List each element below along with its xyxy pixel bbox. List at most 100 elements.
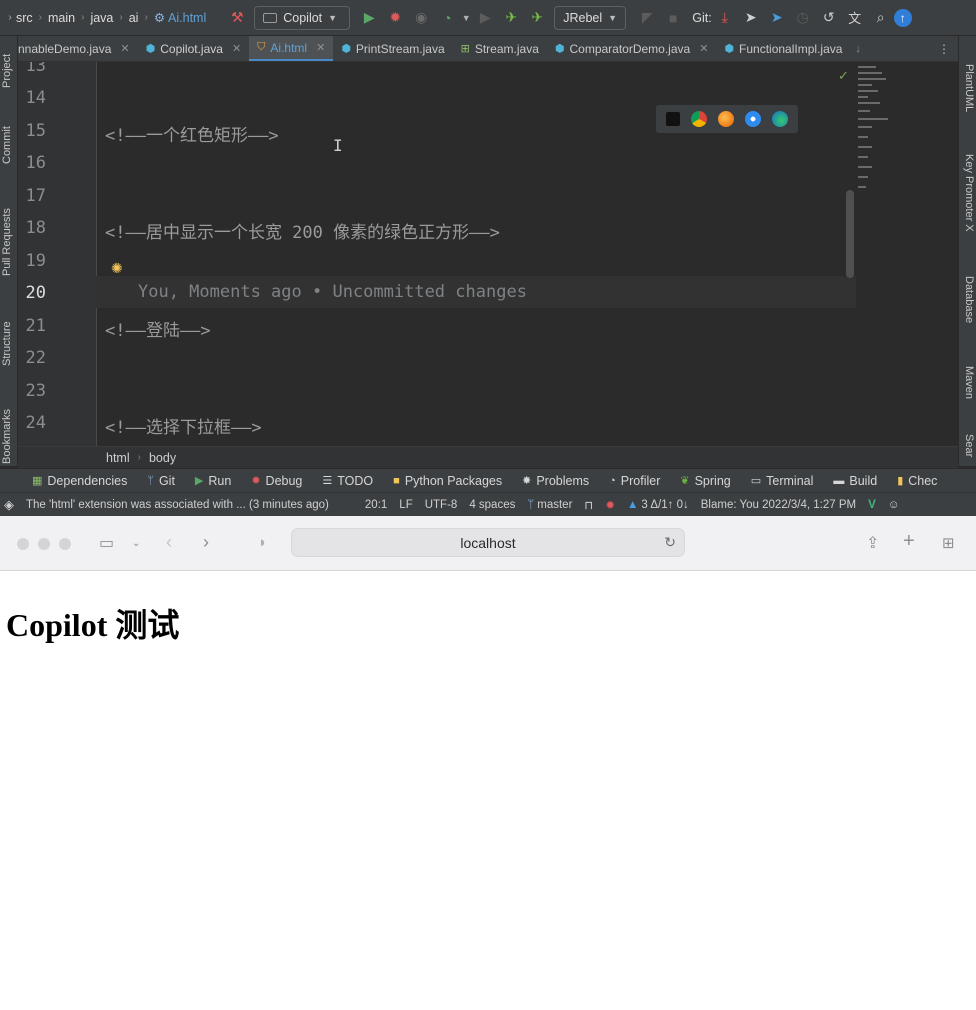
crumb-body[interactable]: body [149, 451, 176, 465]
breadcrumb-src[interactable]: src [16, 11, 33, 25]
jrebel-select[interactable]: JRebel ▼ [554, 5, 627, 30]
breadcrumb-main[interactable]: main [48, 11, 75, 25]
tool-checkstyle[interactable]: ▮ Chec [897, 474, 937, 488]
new-tab-icon[interactable]: + [903, 530, 915, 553]
tab-runnable-demo[interactable]: nnableDemo.java ✕ [18, 36, 138, 61]
tool-git[interactable]: ᛘ Git [147, 474, 175, 488]
window-close-button[interactable] [17, 538, 29, 550]
share-icon[interactable]: ⇪ [866, 533, 879, 553]
tab-comparator-demo[interactable]: ⬢ ComparatorDemo.java ✕ [547, 36, 717, 61]
git-update-icon[interactable]: ⤓ [712, 5, 738, 31]
tool-dependencies[interactable]: ▦ Dependencies [32, 474, 127, 488]
tool-commit[interactable]: Commit [1, 126, 13, 164]
chevron-down-icon[interactable]: ▼ [460, 5, 472, 31]
window-minimize-button[interactable] [38, 538, 50, 550]
code-line[interactable]: <!——居中显示一个长宽 200 像素的绿色正方形——> [105, 218, 500, 243]
tool-maven[interactable]: Maven [963, 366, 975, 399]
tool-database[interactable]: Database [963, 276, 975, 323]
copilot-icon[interactable]: ☺ [888, 499, 900, 511]
tab-ai-html[interactable]: ⛉ Ai.html ✕ [249, 36, 334, 61]
tool-spring[interactable]: ❦ Spring [680, 474, 730, 488]
tool-terminal[interactable]: ▭ Terminal [751, 474, 814, 488]
breadcrumb-ai[interactable]: ai [129, 11, 139, 25]
code-editor[interactable]: 13 14 15 16 17 18 19 20 21 22 23 24 <!——… [18, 62, 958, 446]
tool-search[interactable]: Sear [963, 434, 975, 457]
blame-info[interactable]: Blame: You 2022/3/4, 1:27 PM [701, 499, 856, 511]
git-changes[interactable]: ▲ 3 Δ/1↑ 0↓ [627, 499, 689, 511]
caret-position[interactable]: 20:1 [365, 499, 387, 511]
tool-run[interactable]: ▶ Run [195, 474, 231, 488]
jrebel-debug-icon[interactable]: ✈ [524, 5, 550, 31]
translate-icon[interactable]: 文 [842, 5, 868, 31]
breadcrumb-file[interactable]: ⚙ Ai.html [154, 10, 206, 26]
git-branch[interactable]: ᛘ master [527, 499, 572, 511]
close-icon[interactable]: ✕ [699, 42, 708, 55]
layers-icon[interactable]: ◈ [4, 497, 14, 513]
tool-debug[interactable]: ✹ Debug [251, 474, 302, 488]
line-separator[interactable]: LF [399, 499, 412, 511]
tab-functional-impl[interactable]: ⬢ FunctionalImpl.java ↓ [716, 36, 869, 61]
tool-structure[interactable]: Structure [1, 321, 13, 366]
search-icon[interactable]: ⌕ [868, 5, 894, 31]
safari-icon[interactable] [745, 111, 762, 127]
tool-key-promoter[interactable]: Key Promoter X [963, 154, 975, 232]
tool-plantuml[interactable]: PlantUML [963, 64, 975, 112]
crumb-html[interactable]: html [106, 451, 130, 465]
inspection-ok-icon[interactable]: ✓ [838, 68, 849, 84]
tab-copilot-java[interactable]: ⬢ Copilot.java ✕ [138, 36, 250, 61]
tool-project[interactable]: Project [1, 54, 13, 88]
code-minimap[interactable] [856, 66, 956, 196]
chrome-icon[interactable] [690, 111, 707, 127]
status-message[interactable]: The 'html' extension was associated with… [26, 499, 329, 511]
chevron-down-icon[interactable]: ⌄ [132, 538, 140, 549]
more-tabs-icon[interactable]: ⋮ [930, 36, 958, 61]
hammer-icon[interactable]: ⚒ [224, 5, 250, 31]
forward-icon[interactable]: › [203, 532, 209, 553]
chevron-right-icon[interactable]: › [4, 5, 16, 31]
tab-overview-icon[interactable]: ⊞ [942, 534, 955, 552]
update-icon[interactable]: ↑ [893, 8, 912, 27]
tab-printstream[interactable]: ⬢ PrintStream.java [333, 36, 452, 61]
run-config-select[interactable]: Copilot ▼ [254, 5, 351, 30]
intellij-icon[interactable] [665, 112, 680, 126]
tab-stream[interactable]: ⊞ Stream.java [453, 36, 547, 61]
git-pull-request-icon[interactable]: ➤ [764, 5, 790, 31]
close-icon[interactable]: ✕ [232, 42, 241, 55]
file-encoding[interactable]: UTF-8 [425, 499, 458, 511]
window-zoom-button[interactable] [59, 538, 71, 550]
coverage-icon[interactable]: ◉ [408, 5, 434, 31]
address-bar[interactable]: localhost ↻ [291, 528, 685, 557]
run-icon[interactable]: ▶ [356, 5, 382, 31]
breadcrumb-java[interactable]: java [90, 11, 113, 25]
debug-icon[interactable]: ✹ [382, 5, 408, 31]
tool-todo[interactable]: ☰ TODO [322, 474, 373, 488]
code-line[interactable]: <!——选择下拉框——> [105, 413, 262, 438]
code-line[interactable]: <!——一个红色矩形——> [105, 121, 279, 146]
lightbulb-icon[interactable]: ✺ [111, 260, 123, 277]
unlock-icon[interactable]: ⊓ [584, 498, 593, 512]
firefox-icon[interactable] [717, 111, 734, 127]
chevron-down-icon[interactable]: ↓ [855, 43, 861, 55]
tool-python-packages[interactable]: ■ Python Packages [393, 474, 502, 488]
sidebar-icon[interactable]: ▭ [99, 533, 114, 553]
editor-scrollbar[interactable] [846, 190, 854, 278]
tool-build[interactable]: ▬ Build [833, 474, 877, 488]
profiler-icon[interactable]: ◔ [434, 5, 460, 31]
tool-bookmarks[interactable]: Bookmarks [1, 409, 13, 464]
reload-icon[interactable]: ↻ [664, 534, 676, 551]
edge-icon[interactable] [772, 111, 789, 127]
vue-icon[interactable]: V [868, 499, 876, 511]
privacy-shield-icon[interactable]: ◗ [258, 534, 267, 551]
git-push-icon[interactable]: ➤ [738, 5, 764, 31]
tool-pull-requests[interactable]: Pull Requests [1, 208, 13, 276]
bug-icon[interactable]: ✹ [605, 498, 615, 512]
code-line[interactable]: <!——登陆——> [105, 316, 211, 341]
indent-setting[interactable]: 4 spaces [469, 499, 515, 511]
rollback-icon[interactable]: ↺ [816, 5, 842, 31]
close-icon[interactable]: ✕ [120, 42, 129, 55]
back-icon[interactable]: ‹ [166, 532, 172, 553]
close-icon[interactable]: ✕ [316, 41, 325, 54]
jrebel-run-icon[interactable]: ✈ [498, 5, 524, 31]
tool-problems[interactable]: ✸ Problems [522, 474, 589, 488]
tool-profiler[interactable]: ◔ Profiler [609, 474, 660, 488]
